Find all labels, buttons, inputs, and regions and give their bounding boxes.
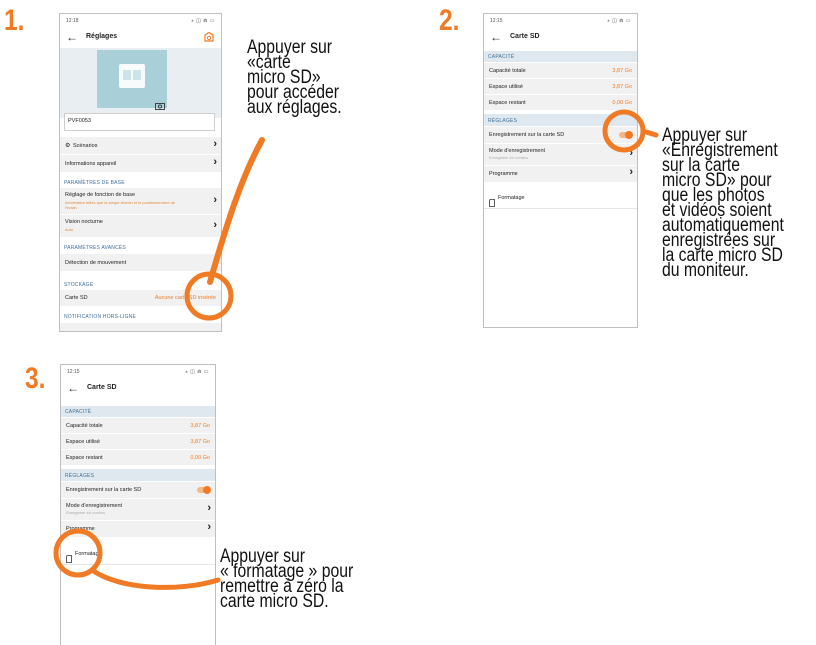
- step-3-pointer-line: [89, 567, 221, 590]
- callout-overlay: [53, 109, 659, 590]
- step-2-highlight-ring: [602, 109, 646, 153]
- step-1-pointer-line: [207, 137, 265, 285]
